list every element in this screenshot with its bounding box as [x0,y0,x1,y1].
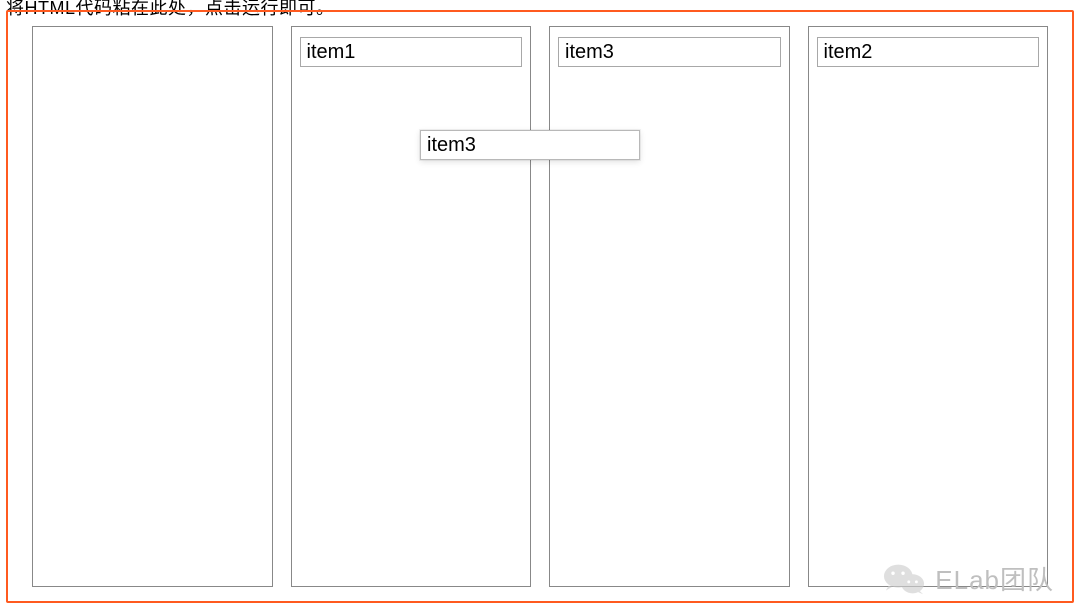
drop-column-1[interactable] [32,26,273,587]
draggable-item[interactable]: item1 [300,37,523,67]
draggable-item[interactable]: item3 [558,37,781,67]
drag-ghost-item[interactable]: item3 [420,130,640,160]
drop-column-2[interactable]: item1 [291,26,532,587]
drop-column-4[interactable]: item2 [808,26,1049,587]
draggable-item[interactable]: item2 [817,37,1040,67]
drop-column-3[interactable]: item3 [549,26,790,587]
drag-drop-container: item1 item3 item2 [6,10,1074,603]
